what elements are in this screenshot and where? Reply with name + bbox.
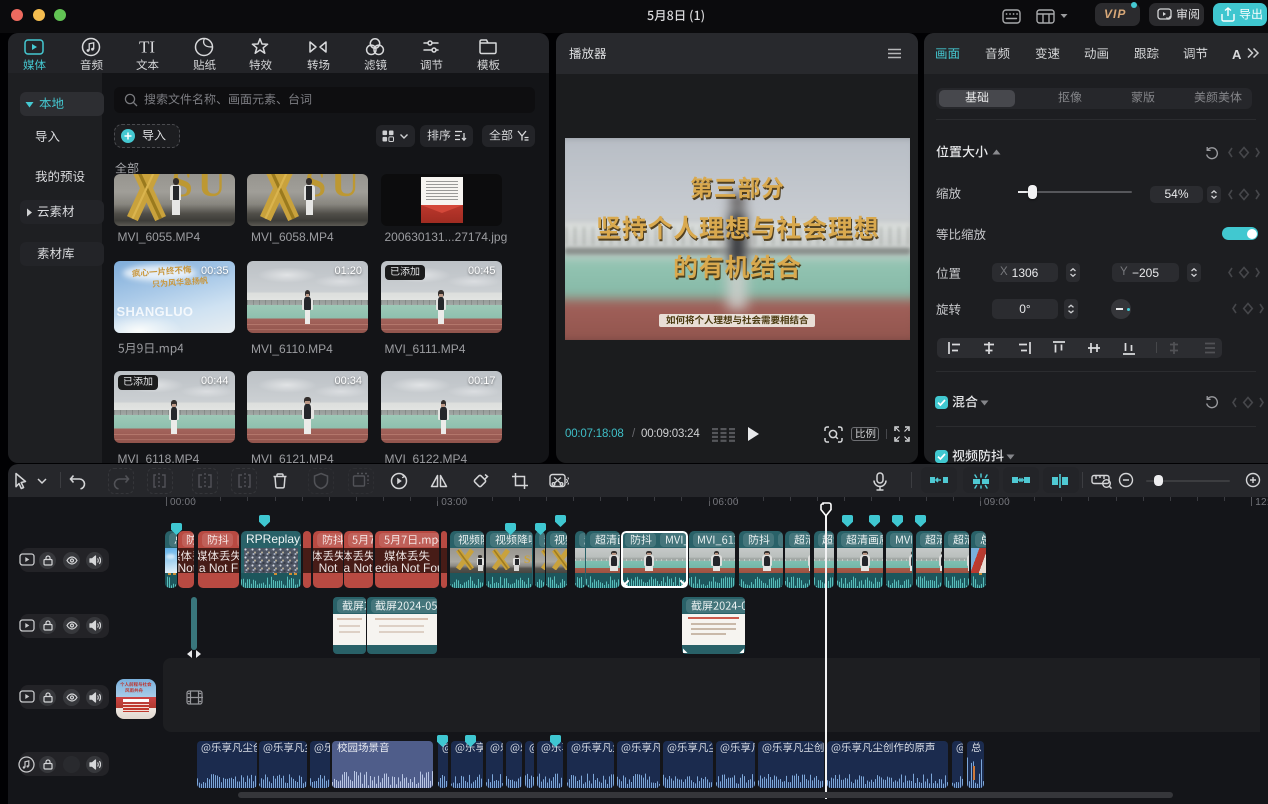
svg-text:TI: TI [139,38,155,57]
